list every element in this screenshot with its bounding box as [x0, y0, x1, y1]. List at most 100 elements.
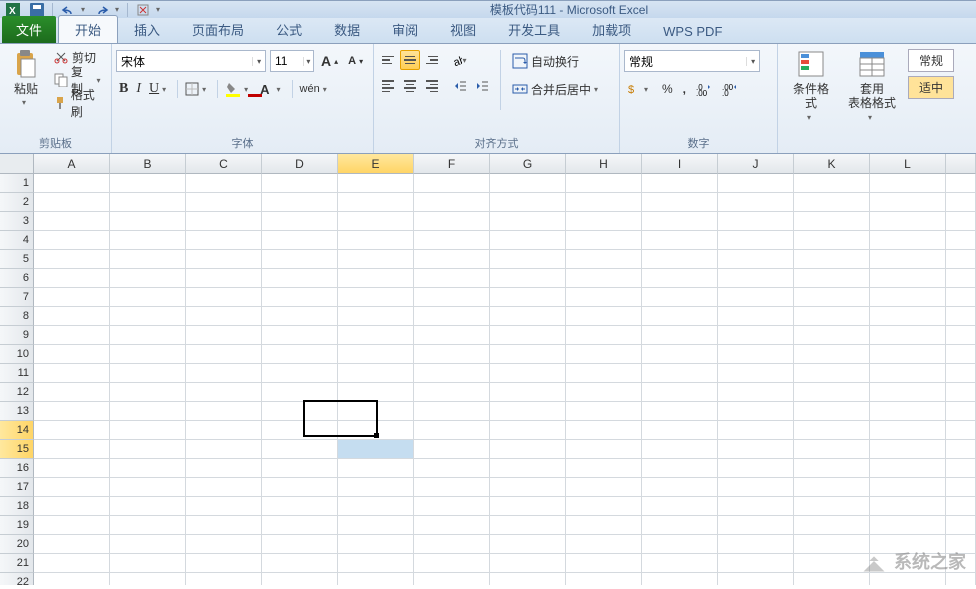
- cell[interactable]: [718, 288, 794, 307]
- tab-wps-pdf[interactable]: WPS PDF: [647, 20, 738, 43]
- cell[interactable]: [34, 231, 110, 250]
- cell[interactable]: [186, 288, 262, 307]
- grow-font-button[interactable]: A▴: [318, 50, 341, 72]
- cell[interactable]: [338, 174, 414, 193]
- cell[interactable]: [490, 421, 566, 440]
- column-header[interactable]: D: [262, 154, 338, 174]
- cell[interactable]: [490, 193, 566, 212]
- cell[interactable]: [490, 402, 566, 421]
- style-good[interactable]: 适中: [908, 76, 954, 99]
- cell[interactable]: [718, 478, 794, 497]
- cell[interactable]: [718, 250, 794, 269]
- row-header[interactable]: 7: [0, 288, 34, 307]
- cell[interactable]: [490, 459, 566, 478]
- increase-indent-button[interactable]: [472, 76, 492, 96]
- cell[interactable]: [490, 554, 566, 573]
- cell[interactable]: [262, 193, 338, 212]
- cell[interactable]: [946, 459, 976, 478]
- cell[interactable]: [490, 212, 566, 231]
- cell[interactable]: [946, 193, 976, 212]
- cell[interactable]: [870, 478, 946, 497]
- cell[interactable]: [490, 231, 566, 250]
- phonetic-button[interactable]: wén▾: [297, 78, 334, 100]
- cell[interactable]: [414, 364, 490, 383]
- cell[interactable]: [414, 269, 490, 288]
- cell[interactable]: [946, 421, 976, 440]
- tab-insert[interactable]: 插入: [118, 16, 176, 43]
- cell[interactable]: [566, 364, 642, 383]
- cell[interactable]: [642, 573, 718, 585]
- cell[interactable]: [946, 364, 976, 383]
- cell[interactable]: [262, 554, 338, 573]
- cell[interactable]: [794, 421, 870, 440]
- cell[interactable]: [262, 497, 338, 516]
- align-middle-button[interactable]: [400, 50, 420, 70]
- cell[interactable]: [338, 288, 414, 307]
- cell[interactable]: [414, 459, 490, 478]
- cell[interactable]: [870, 440, 946, 459]
- cell[interactable]: [338, 326, 414, 345]
- cell[interactable]: [946, 307, 976, 326]
- cell[interactable]: [34, 478, 110, 497]
- cell[interactable]: [338, 573, 414, 585]
- cell[interactable]: [566, 459, 642, 478]
- tab-page-layout[interactable]: 页面布局: [176, 16, 260, 43]
- cell[interactable]: [794, 250, 870, 269]
- cell[interactable]: [642, 402, 718, 421]
- align-center-button[interactable]: [400, 76, 420, 96]
- cell[interactable]: [946, 383, 976, 402]
- cell[interactable]: [186, 516, 262, 535]
- font-name-input[interactable]: [117, 54, 252, 68]
- cell[interactable]: [642, 231, 718, 250]
- cell[interactable]: [490, 364, 566, 383]
- cell[interactable]: [794, 497, 870, 516]
- cell[interactable]: [490, 345, 566, 364]
- cell[interactable]: [414, 307, 490, 326]
- tab-view[interactable]: 视图: [434, 16, 492, 43]
- cell[interactable]: [34, 402, 110, 421]
- cell[interactable]: [946, 478, 976, 497]
- cell[interactable]: [34, 364, 110, 383]
- cell[interactable]: [718, 212, 794, 231]
- cell[interactable]: [870, 231, 946, 250]
- cell[interactable]: [414, 421, 490, 440]
- cell[interactable]: [718, 421, 794, 440]
- cell[interactable]: [566, 535, 642, 554]
- cell[interactable]: [186, 212, 262, 231]
- format-painter-button[interactable]: 格式刷: [50, 92, 107, 114]
- cell[interactable]: [414, 345, 490, 364]
- cell[interactable]: [338, 250, 414, 269]
- cell[interactable]: [110, 554, 186, 573]
- cell[interactable]: [186, 459, 262, 478]
- wrap-text-button[interactable]: 自动换行: [509, 50, 605, 72]
- cell[interactable]: [262, 269, 338, 288]
- cell[interactable]: [414, 535, 490, 554]
- column-header[interactable]: G: [490, 154, 566, 174]
- cell[interactable]: [718, 345, 794, 364]
- cell[interactable]: [34, 288, 110, 307]
- cell[interactable]: [110, 459, 186, 478]
- cell[interactable]: [794, 516, 870, 535]
- cell[interactable]: [34, 573, 110, 585]
- cell[interactable]: [718, 554, 794, 573]
- cell[interactable]: [110, 573, 186, 585]
- cell[interactable]: [946, 288, 976, 307]
- tab-data[interactable]: 数据: [318, 16, 376, 43]
- cell[interactable]: [338, 535, 414, 554]
- table-format-button[interactable]: 套用 表格格式▾: [842, 46, 902, 124]
- row-header[interactable]: 2: [0, 193, 34, 212]
- cell[interactable]: [338, 554, 414, 573]
- row-header[interactable]: 9: [0, 326, 34, 345]
- cell[interactable]: [566, 193, 642, 212]
- decrease-decimal-button[interactable]: .00.0: [719, 78, 741, 100]
- cell[interactable]: [262, 174, 338, 193]
- cell[interactable]: [414, 326, 490, 345]
- row-header[interactable]: 13: [0, 402, 34, 421]
- tab-developer[interactable]: 开发工具: [492, 16, 576, 43]
- cell[interactable]: [490, 269, 566, 288]
- cell[interactable]: [34, 554, 110, 573]
- cell[interactable]: [186, 174, 262, 193]
- cell[interactable]: [642, 288, 718, 307]
- cell[interactable]: [110, 535, 186, 554]
- cell[interactable]: [794, 307, 870, 326]
